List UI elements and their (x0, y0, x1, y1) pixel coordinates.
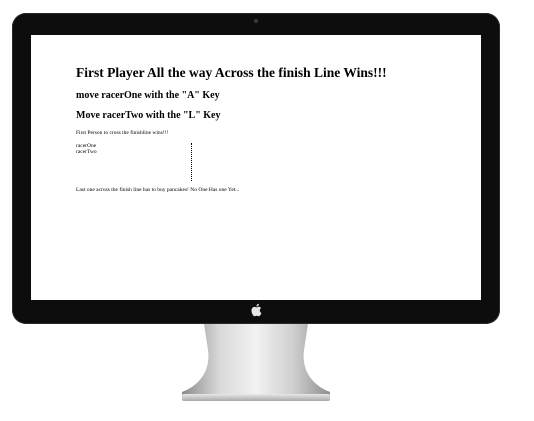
monitor-stand (182, 324, 330, 401)
race-track: racerOne racerTwo (76, 143, 471, 185)
racer-two: racerTwo (76, 149, 97, 155)
apple-logo-icon (251, 303, 262, 317)
browser-viewport: First Player All the way Across the fini… (31, 35, 481, 300)
instruction-racer-one: move racerOne with the "A" Key (76, 90, 220, 101)
camera-icon (254, 19, 258, 23)
instruction-racer-two: Move racerTwo with the "L" Key (76, 110, 221, 121)
page-title: First Player All the way Across the fini… (76, 65, 387, 80)
finish-line (191, 143, 192, 181)
footer-text: Last one across the finish line has to b… (76, 187, 240, 193)
page-content: First Player All the way Across the fini… (76, 65, 471, 193)
intro-text: First Person to cross the finishline win… (76, 130, 169, 136)
